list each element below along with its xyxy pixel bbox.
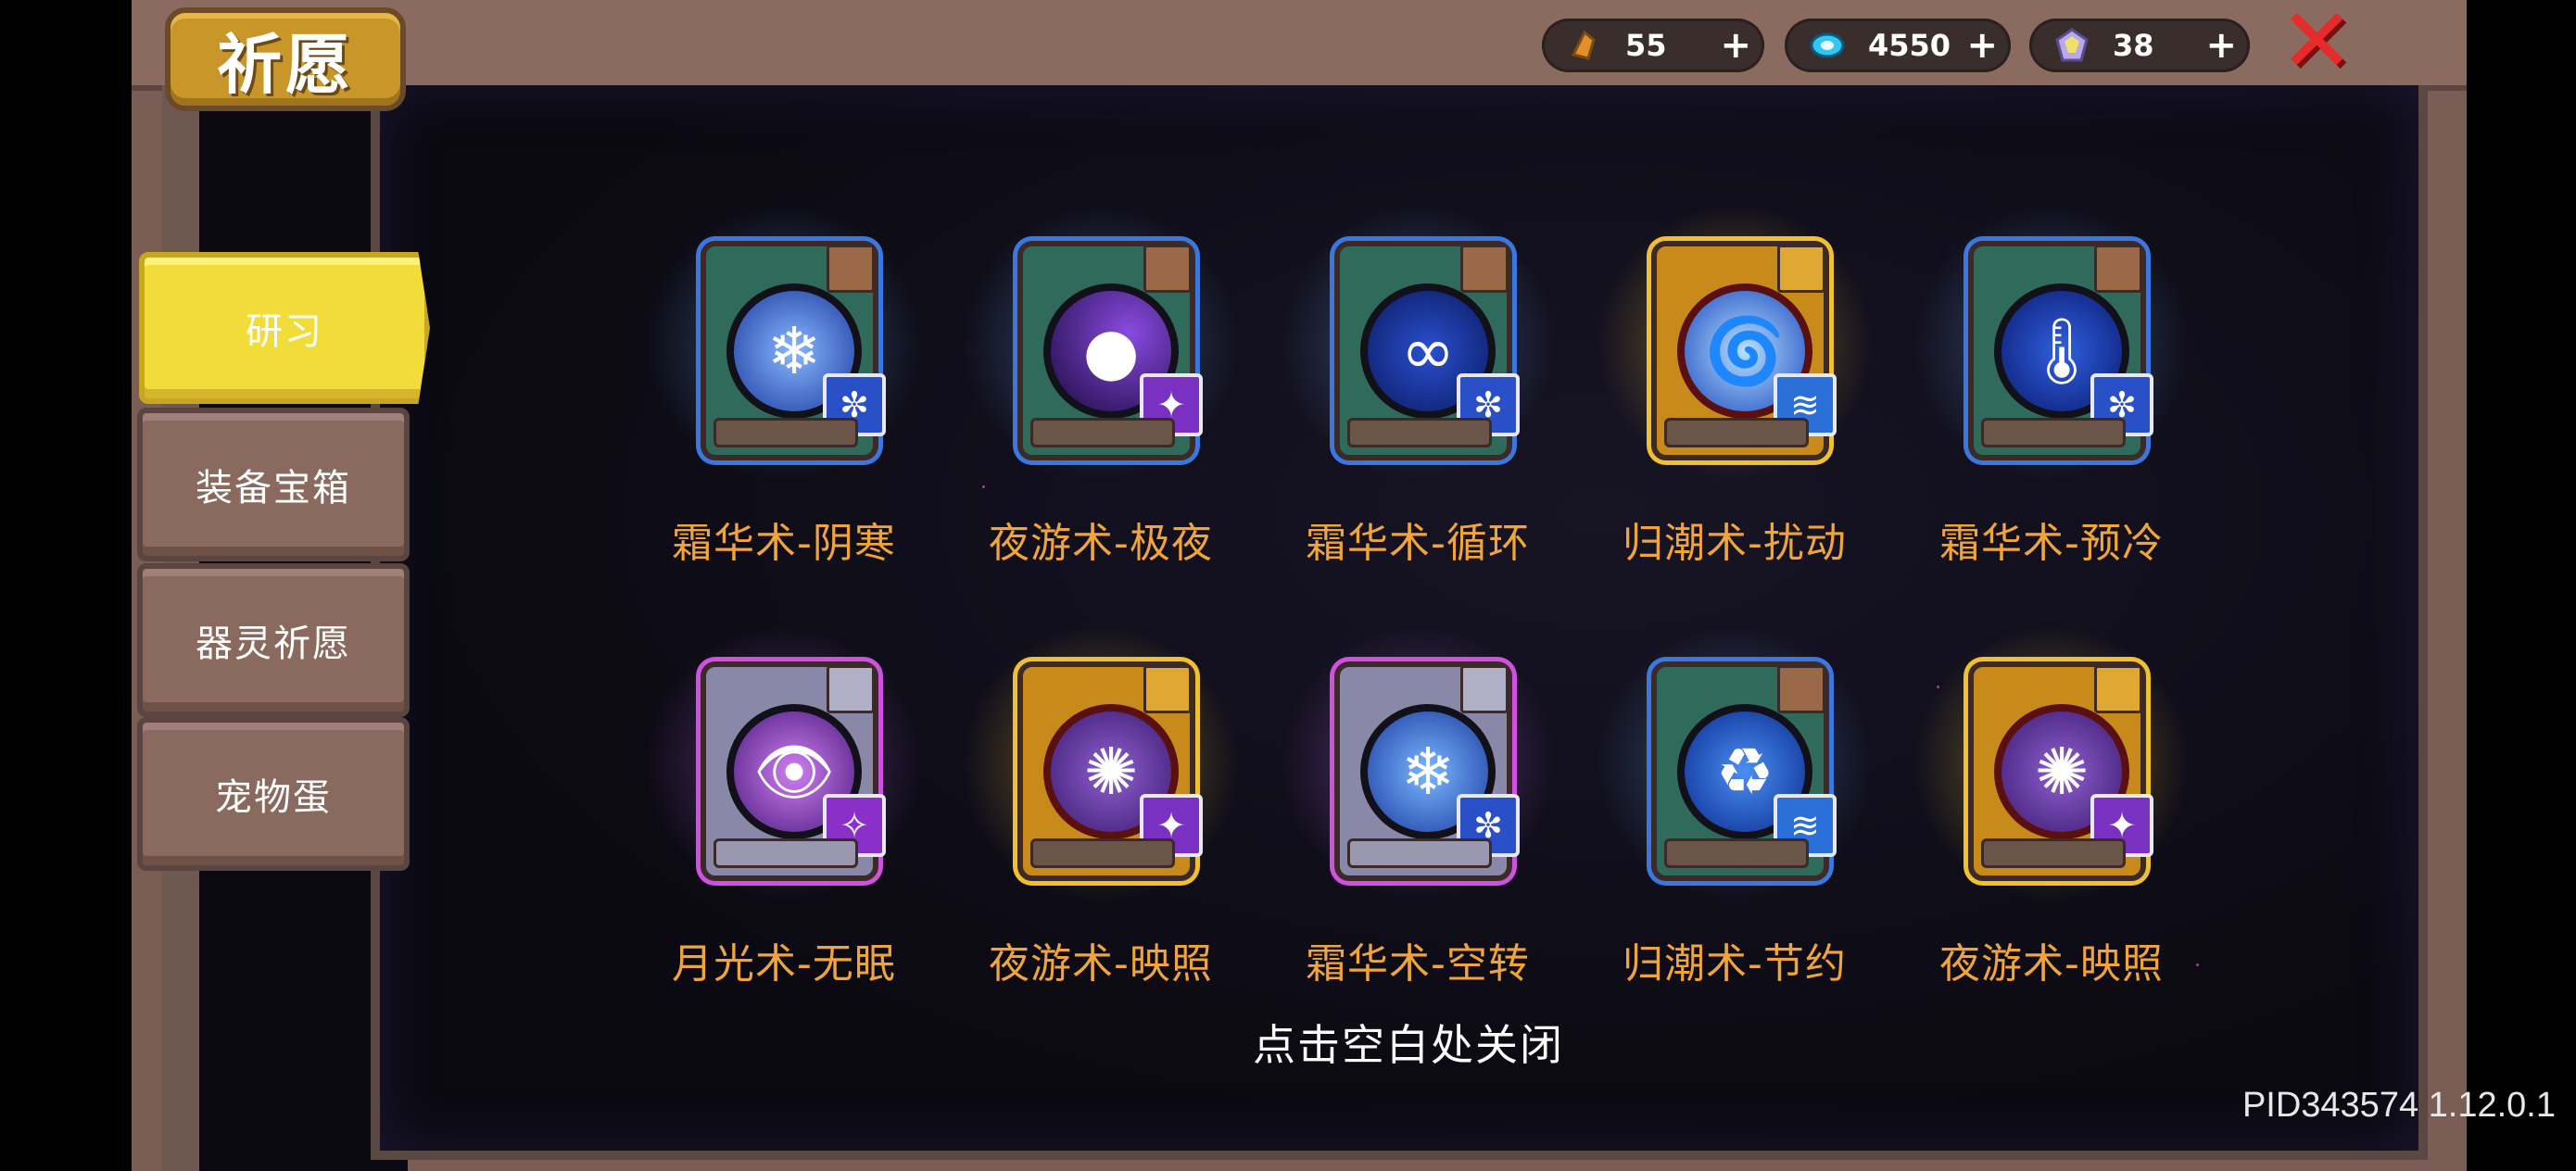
book-icon: ♻ ≋ bbox=[1651, 661, 1837, 881]
book-card[interactable]: ❄ ✼ 霜华术-空转 bbox=[1260, 624, 1575, 1041]
tab-weapon-spirit[interactable]: 器灵祈愿 bbox=[137, 563, 410, 717]
book-label: 夜游术-映照 bbox=[989, 940, 1213, 988]
book-label: 霜华术-阴寒 bbox=[672, 520, 896, 567]
book-label: 夜游术-映照 bbox=[1939, 940, 2164, 988]
gold-material-icon bbox=[1564, 25, 1605, 66]
book-label: 霜华术-空转 bbox=[1306, 940, 1530, 988]
book-card[interactable]: ∞ ✼ 霜华术-循环 bbox=[1260, 204, 1575, 621]
book-icon: ∞ ✼ bbox=[1334, 241, 1520, 460]
book-label: 夜游术-极夜 bbox=[989, 520, 1213, 567]
book-corner bbox=[2094, 245, 2142, 293]
book-icon: 🌀 ≋ bbox=[1651, 241, 1837, 460]
add-crystal-button[interactable]: + bbox=[2205, 24, 2237, 67]
currency-crystal: 38 + bbox=[2029, 19, 2250, 72]
book-corner bbox=[1777, 245, 1825, 293]
tab-weapon-spirit-label: 器灵祈愿 bbox=[196, 623, 351, 665]
currency-gem-value: 4550 bbox=[1868, 28, 1951, 63]
book-label: 归潮术-扰动 bbox=[1623, 520, 1847, 567]
currency-gem: 4550 + bbox=[1785, 19, 2011, 72]
book-icon: 👁 ✧ bbox=[701, 661, 886, 881]
tab-equipment-chest-label: 装备宝箱 bbox=[196, 467, 351, 510]
tab-equipment-chest[interactable]: 装备宝箱 bbox=[137, 408, 410, 561]
player-id-version: PID343574 1.12.0.1 bbox=[2241, 1086, 2556, 1125]
book-card[interactable]: 🌀 ≋ 归潮术-扰动 bbox=[1577, 204, 1892, 621]
book-card[interactable]: ♻ ≋ 归潮术-节约 bbox=[1577, 624, 1892, 1041]
book-card[interactable]: 🌡 ✼ 霜华术-预冷 bbox=[1894, 204, 2209, 621]
book-corner bbox=[827, 665, 875, 713]
tab-study-label: 研习 bbox=[246, 310, 323, 353]
book-icon: ✺ ✦ bbox=[1968, 661, 2153, 881]
blue-gem-icon bbox=[1807, 25, 1848, 66]
book-spine bbox=[1030, 838, 1175, 868]
book-spine bbox=[1030, 418, 1175, 447]
tab-pet-egg-label: 宠物蛋 bbox=[215, 776, 332, 819]
book-spine bbox=[1347, 418, 1492, 447]
book-card[interactable]: ❄ ✼ 霜华术-阴寒 bbox=[626, 204, 941, 621]
book-label: 霜华术-循环 bbox=[1306, 520, 1530, 567]
book-label: 月光术-无眠 bbox=[672, 940, 896, 988]
book-spine bbox=[1664, 838, 1809, 868]
tap-to-close-hint: 点击空白处关闭 bbox=[1253, 1020, 1564, 1070]
currency-gold: 55 + bbox=[1542, 19, 1764, 72]
rainbow-crystal-icon bbox=[2052, 25, 2092, 66]
book-card[interactable]: ✺ ✦ 夜游术-映照 bbox=[943, 624, 1258, 1041]
book-card[interactable]: ● ✦ 夜游术-极夜 bbox=[943, 204, 1258, 621]
page-title: 祈愿 bbox=[165, 7, 406, 111]
add-gold-button[interactable]: + bbox=[1720, 24, 1751, 67]
currency-gold-value: 55 bbox=[1625, 28, 1667, 63]
book-spine bbox=[713, 418, 858, 447]
book-corner bbox=[2094, 665, 2142, 713]
book-corner bbox=[1777, 665, 1825, 713]
book-card[interactable]: 👁 ✧ 月光术-无眠 bbox=[626, 624, 941, 1041]
book-spine bbox=[1347, 838, 1492, 868]
tab-pet-egg[interactable]: 宠物蛋 bbox=[137, 717, 410, 871]
book-spine bbox=[1981, 418, 2126, 447]
book-spine bbox=[1664, 418, 1809, 447]
currency-crystal-value: 38 bbox=[2113, 28, 2154, 63]
book-icon: ❄ ✼ bbox=[1334, 661, 1520, 881]
book-icon: 🌡 ✼ bbox=[1968, 241, 2153, 460]
book-icon: ❄ ✼ bbox=[701, 241, 886, 460]
book-label: 霜华术-预冷 bbox=[1939, 520, 2164, 567]
book-corner bbox=[1143, 665, 1192, 713]
tab-study[interactable]: 研习 bbox=[139, 252, 430, 404]
close-button[interactable]: ✕ bbox=[2279, 0, 2354, 85]
book-label: 归潮术-节约 bbox=[1623, 940, 1847, 988]
book-card[interactable]: ✺ ✦ 夜游术-映照 bbox=[1894, 624, 2209, 1041]
book-corner bbox=[827, 245, 875, 293]
add-gem-button[interactable]: + bbox=[1966, 24, 1998, 67]
book-icon: ● ✦ bbox=[1017, 241, 1203, 460]
book-corner bbox=[1460, 245, 1509, 293]
book-corner bbox=[1143, 245, 1192, 293]
book-spine bbox=[713, 838, 858, 868]
book-spine bbox=[1981, 838, 2126, 868]
book-corner bbox=[1460, 665, 1509, 713]
book-icon: ✺ ✦ bbox=[1017, 661, 1203, 881]
